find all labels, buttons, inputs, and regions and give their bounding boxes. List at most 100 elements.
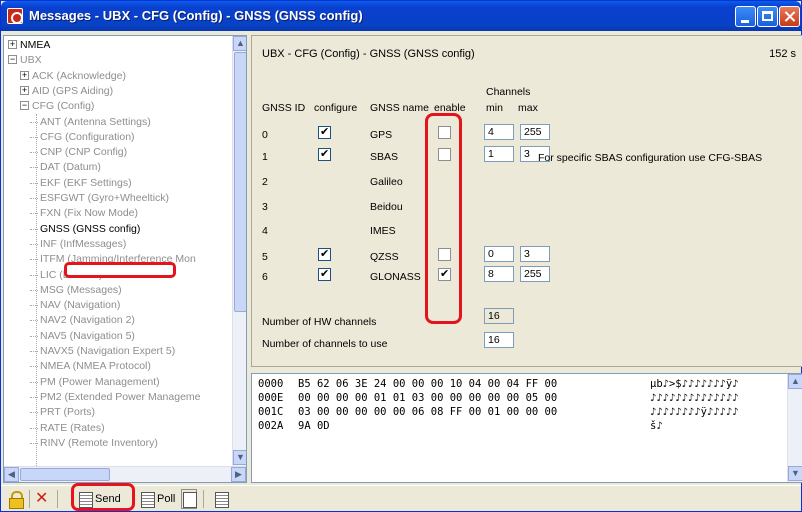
- tree-item[interactable]: CNP (CNP Config): [40, 145, 127, 159]
- tree-expander-icon[interactable]: −: [20, 101, 29, 111]
- hex-vertical-scrollbar[interactable]: ▲ ▼: [787, 374, 802, 482]
- hw-channels-label: Number of HW channels: [262, 316, 377, 328]
- hex-dump-pane[interactable]: 0000 B5 62 06 3E 24 00 00 00 10 04 00 04 …: [251, 373, 802, 483]
- window-title: Messages - UBX - CFG (Config) - GNSS (GN…: [29, 8, 363, 23]
- min-channels-input[interactable]: 8: [484, 266, 514, 282]
- max-header: max: [518, 102, 538, 114]
- tree-item[interactable]: CFG (Config): [32, 99, 94, 113]
- tree-item[interactable]: NAV5 (Navigation 5): [40, 329, 135, 343]
- configure-checkbox[interactable]: [318, 147, 331, 161]
- elapsed-time: 152 s: [769, 48, 796, 60]
- tree-item[interactable]: GNSS (GNSS config): [40, 222, 140, 236]
- hex-ascii: ♪♪♪♪♪♪♪♪ÿ♪♪♪♪♪: [650, 406, 739, 418]
- tree-item[interactable]: PM2 (Extended Power Manageme: [40, 390, 201, 404]
- gnss-name: GLONASS: [370, 271, 421, 283]
- gnss-id: 5: [262, 251, 268, 263]
- toolbar-separator: [57, 490, 58, 508]
- hex-row: 002A 9A 0D š♪: [258, 420, 663, 432]
- max-channels-input[interactable]: 255: [520, 266, 550, 282]
- close-button[interactable]: [779, 6, 800, 27]
- hex-scroll-up-arrow-icon[interactable]: ▲: [788, 374, 802, 389]
- configure-header: configure: [314, 102, 358, 114]
- maximize-button[interactable]: [757, 6, 778, 27]
- auto-poll-icon[interactable]: [181, 489, 197, 509]
- enable-column-highlight: [425, 113, 462, 324]
- hex-ascii: ♪♪♪♪♪♪♪♪♪♪♪♪♪♪: [650, 392, 739, 404]
- scroll-thumb[interactable]: [234, 52, 246, 312]
- gnss-name: Galileo: [370, 176, 403, 188]
- min-channels-input[interactable]: 4: [484, 124, 514, 140]
- configure-checkbox[interactable]: [318, 247, 331, 261]
- tree-item[interactable]: NAV (Navigation): [40, 298, 120, 312]
- gnss-name: QZSS: [370, 251, 399, 263]
- hex-row: 0000 B5 62 06 3E 24 00 00 00 10 04 00 04 …: [258, 378, 739, 390]
- tree-item[interactable]: UBX: [20, 53, 42, 67]
- tree-item[interactable]: NAV2 (Navigation 2): [40, 313, 135, 327]
- tree-item[interactable]: NMEA (NMEA Protocol): [40, 359, 151, 373]
- tree-item[interactable]: NMEA: [20, 38, 50, 52]
- tree-expander-icon[interactable]: +: [20, 70, 29, 80]
- use-channels-label: Number of channels to use: [262, 338, 388, 350]
- lock-icon[interactable]: [9, 489, 24, 509]
- tree-item[interactable]: DAT (Datum): [40, 160, 101, 174]
- tree-item[interactable]: FXN (Fix Now Mode): [40, 206, 138, 220]
- tree-item[interactable]: AID (GPS Aiding): [32, 84, 113, 98]
- configure-checkbox[interactable]: [318, 267, 331, 281]
- configure-checkbox[interactable]: [318, 125, 331, 139]
- message-tree[interactable]: + NMEA − UBX + ACK (Acknowledge) + AID (GPS Aid…: [3, 35, 247, 483]
- hex-ascii: µb♪>$♪♪♪♪♪♪♪ÿ♪: [650, 378, 739, 390]
- app-icon: [7, 8, 23, 24]
- hscroll-thumb[interactable]: [20, 468, 110, 481]
- poll-button[interactable]: Poll: [139, 489, 175, 509]
- edit-icon[interactable]: [213, 489, 229, 509]
- minimize-button[interactable]: [735, 6, 756, 27]
- poll-label: Poll: [157, 493, 176, 505]
- min-channels-input[interactable]: 0: [484, 246, 514, 262]
- hex-bytes: 9A 0D: [298, 420, 330, 432]
- toolbar-separator: [203, 490, 204, 508]
- gnss-name-header: GNSS name: [370, 102, 429, 114]
- hex-offset: 000E: [258, 392, 284, 404]
- max-channels-input[interactable]: 255: [520, 124, 550, 140]
- tree-item[interactable]: PRT (Ports): [40, 405, 95, 419]
- hex-offset: 0000: [258, 378, 284, 390]
- send-button-highlight: [71, 483, 135, 511]
- scroll-up-arrow-icon[interactable]: ▲: [233, 36, 246, 51]
- gnss-name: GPS: [370, 129, 393, 141]
- tree-item[interactable]: EKF (EKF Settings): [40, 176, 132, 190]
- tree-item[interactable]: RINV (Remote Inventory): [40, 436, 158, 450]
- tree-connector: [36, 114, 37, 466]
- tree-item[interactable]: ESFGWT (Gyro+Wheeltick): [40, 191, 169, 205]
- max-channels-input[interactable]: 3: [520, 246, 550, 262]
- tree-item[interactable]: MSG (Messages): [40, 283, 122, 297]
- tree-item[interactable]: INF (InfMessages): [40, 237, 126, 251]
- gnss-id: 6: [262, 271, 268, 283]
- hex-ascii: š♪: [650, 420, 663, 432]
- min-header: min: [486, 102, 503, 114]
- scroll-left-arrow-icon[interactable]: ◀: [4, 467, 19, 482]
- hex-bytes: 03 00 00 00 00 00 06 08 FF 00 01 00 00 0…: [298, 406, 558, 418]
- hex-scroll-down-arrow-icon[interactable]: ▼: [788, 466, 802, 481]
- tree-item[interactable]: RATE (Rates): [40, 421, 105, 435]
- tree-expander-icon[interactable]: +: [20, 85, 29, 95]
- use-channels-input[interactable]: 16: [484, 332, 514, 348]
- tree-item[interactable]: CFG (Configuration): [40, 130, 135, 144]
- tree-expander-icon[interactable]: +: [8, 40, 17, 49]
- tree-horizontal-scrollbar[interactable]: ◀ ▶: [4, 466, 246, 482]
- tree-item[interactable]: NAVX5 (Navigation Expert 5): [40, 344, 175, 358]
- scroll-down-arrow-icon[interactable]: ▼: [233, 450, 246, 465]
- gnss-id-header: GNSS ID: [262, 102, 306, 114]
- hex-offset: 001C: [258, 406, 284, 418]
- scroll-right-arrow-icon[interactable]: ▶: [231, 467, 246, 482]
- tree-item[interactable]: ACK (Acknowledge): [32, 69, 126, 83]
- tree-expander-icon[interactable]: −: [8, 55, 17, 65]
- gnss-name: SBAS: [370, 151, 399, 163]
- tree-vertical-scrollbar[interactable]: ▲ ▼: [232, 36, 246, 466]
- min-channels-input[interactable]: 1: [484, 146, 514, 162]
- hex-offset: 002A: [258, 420, 284, 432]
- gnss-name: IMES: [370, 225, 396, 237]
- title-bar: Messages - UBX - CFG (Config) - GNSS (GN…: [1, 1, 801, 31]
- delete-icon[interactable]: ✕: [35, 489, 48, 509]
- tree-item[interactable]: PM (Power Management): [40, 375, 160, 389]
- tree-item[interactable]: ANT (Antenna Settings): [40, 115, 151, 129]
